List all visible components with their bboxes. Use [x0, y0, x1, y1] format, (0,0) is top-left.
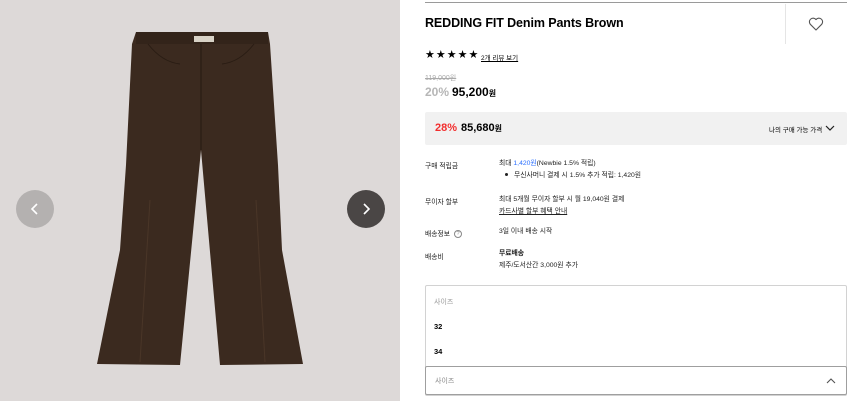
installment-link[interactable]: 카드사별 할부 혜택 안내 — [499, 206, 624, 218]
discount-rate: 20% — [425, 85, 450, 99]
sale-price-currency: 원 — [488, 89, 497, 98]
sale-price: 95,200원 — [452, 85, 496, 99]
star-icon: ★ — [425, 49, 435, 61]
original-price: 119,000원 — [425, 75, 457, 82]
installment-value: 최대 5개월 무이자 할부 시 월 19,040원 결제 카드사별 할부 혜택 … — [499, 194, 624, 218]
chevron-down-icon[interactable] — [825, 124, 835, 132]
sale-price-amount: 95,200 — [452, 85, 489, 99]
size-select[interactable]: 사이즈 — [425, 366, 847, 395]
chevron-up-icon — [826, 378, 836, 384]
points-amount: 1,420원 — [513, 160, 537, 167]
best-price-amount: 85,680원 — [461, 122, 502, 134]
points-sub: 무신사머니 결제 시 1.5% 추가 적립: 1,420원 — [499, 170, 641, 182]
size-option[interactable]: 34 — [434, 347, 442, 356]
bullet-dot — [505, 173, 508, 177]
installment-text: 최대 5개월 무이자 할부 시 월 19,040원 결제 — [499, 196, 625, 203]
product-title: REDDING FIT Denim Pants Brown — [425, 16, 624, 30]
points-sub-text: 무신사머니 결제 시 1.5% 추가 적립: 1,420원 — [514, 172, 642, 179]
shipping-fee-sub: 제주/도서산간 3,000원 추가 — [499, 262, 578, 269]
points-prefix: 최대 — [499, 160, 514, 167]
shipping-fee-label: 배송비 — [425, 254, 444, 261]
product-image — [97, 32, 303, 365]
rating-stars: ★ ★ ★ ★ ★ — [425, 50, 478, 61]
next-image-button[interactable] — [347, 190, 385, 228]
star-icon: ★ — [435, 49, 446, 61]
product-image-gallery — [0, 0, 400, 401]
review-link[interactable]: 2개 리뷰 보기 — [481, 52, 518, 62]
shipping-fee-text: 무료배송 — [499, 250, 525, 257]
best-price-rate: 28% — [435, 122, 458, 134]
info-icon[interactable]: ? — [454, 230, 463, 239]
shipping-label-text: 배송정보 — [425, 231, 451, 238]
shipping-label: 배송정보? — [425, 228, 463, 239]
top-divider — [425, 2, 847, 3]
prev-image-button[interactable] — [16, 190, 54, 228]
title-divider — [785, 4, 786, 44]
heart-icon[interactable] — [808, 16, 824, 32]
points-value: 최대 1,420원(Newbie 1.5% 적립) 무신사머니 결제 시 1.5… — [499, 158, 641, 182]
best-price-currency: 원 — [494, 124, 503, 133]
points-main: 최대 1,420원(Newbie 1.5% 적립) — [499, 158, 641, 170]
chevron-right-icon — [363, 203, 371, 215]
size-dropdown-placeholder: 사이즈 — [434, 299, 454, 306]
shipping-value: 3일 이내 배송 시작 — [499, 228, 553, 235]
star-icon: ★ — [457, 49, 468, 61]
size-option[interactable]: 32 — [434, 322, 442, 331]
my-price-toggle[interactable]: 나의 구매 가능 가격 — [769, 124, 822, 134]
size-select-label: 사이즈 — [435, 378, 455, 385]
points-label: 구매 적립금 — [425, 163, 459, 170]
star-icon: ★ — [468, 49, 479, 61]
best-price-value: 85,680 — [461, 122, 495, 134]
shipping-fee-value: 무료배송 제주/도서산간 3,000원 추가 — [499, 248, 578, 272]
star-icon: ★ — [446, 49, 457, 61]
best-price-box[interactable]: 28% 85,680원 나의 구매 가능 가격 — [425, 112, 847, 145]
installment-label: 무이자 할부 — [425, 199, 459, 206]
chevron-left-icon — [30, 203, 38, 215]
points-suffix: (Newbie 1.5% 적립) — [536, 160, 596, 167]
product-info-panel: REDDING FIT Denim Pants Brown ★ ★ ★ ★ ★ … — [425, 0, 847, 401]
